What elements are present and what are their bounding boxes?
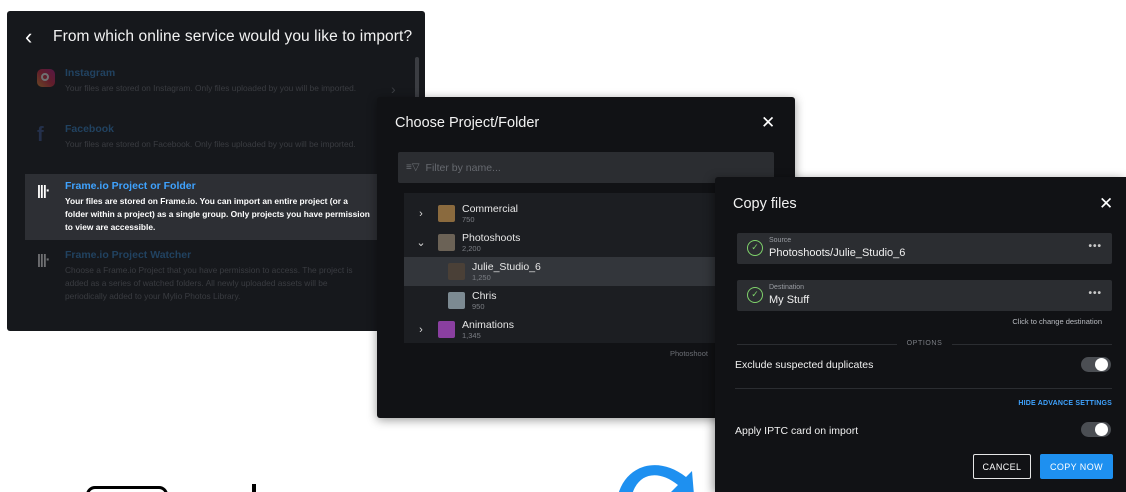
chevron-down-icon[interactable]: ⌄ <box>414 236 428 249</box>
exclude-duplicates-label: Exclude suspected duplicates <box>735 359 874 371</box>
hide-advanced-settings-link[interactable]: HIDE ADVANCE SETTINGS <box>1018 400 1112 407</box>
more-options-icon[interactable]: ••• <box>1088 241 1102 252</box>
folder-thumbnail <box>448 292 465 309</box>
facebook-icon: f <box>37 124 44 146</box>
frameio-icon: |||· <box>37 251 50 267</box>
service-item-frameio-folder[interactable]: |||· Frame.io Project or Folder Your fil… <box>25 174 378 240</box>
apply-iptc-toggle[interactable] <box>1081 422 1111 437</box>
filter-input[interactable] <box>425 161 726 174</box>
change-destination-link[interactable]: Click to change destination <box>1012 317 1102 326</box>
frameio-icon: |||· <box>37 182 50 198</box>
folder-count: 750 <box>462 215 475 224</box>
folder-name: Chris <box>472 290 497 302</box>
decorative-shape <box>86 486 168 492</box>
decorative-mark <box>252 484 256 492</box>
cancel-button[interactable]: CANCEL <box>973 454 1031 479</box>
folder-count: 1,250 <box>472 273 491 282</box>
source-field[interactable]: ✓ Source Photoshoots/Julie_Studio_6 ••• <box>737 233 1112 264</box>
service-chooser-header: ‹ From which online service would you li… <box>7 11 425 63</box>
options-label: OPTIONS <box>906 340 943 347</box>
service-name: Frame.io Project or Folder <box>65 180 196 192</box>
check-circle-icon: ✓ <box>747 287 763 303</box>
options-divider: OPTIONS <box>737 340 1112 350</box>
divider <box>735 388 1112 389</box>
curved-arrow-icon <box>619 465 694 492</box>
folder-count: 2,200 <box>462 244 481 253</box>
folder-name: Commercial <box>462 203 519 215</box>
close-icon[interactable]: ✕ <box>761 113 775 133</box>
folder-name: Julie_Studio_6 <box>472 261 541 273</box>
more-options-icon[interactable]: ••• <box>1088 288 1102 299</box>
panel-title: Choose Project/Folder <box>395 115 540 131</box>
service-description: Your files are stored on Frame.io. You c… <box>65 196 370 232</box>
close-icon[interactable]: ✕ <box>1099 194 1113 214</box>
apply-iptc-label: Apply IPTC card on import <box>735 425 859 437</box>
selected-path-footer: Photoshoot <box>670 349 708 358</box>
folder-name: Photoshoots <box>462 232 521 244</box>
service-name: Instagram <box>65 67 116 79</box>
chevron-right-icon[interactable]: › <box>414 208 428 220</box>
service-name: Frame.io Project Watcher <box>65 249 192 261</box>
chevron-right-icon[interactable]: › <box>414 324 428 336</box>
copy-now-button[interactable]: COPY NOW <box>1040 454 1113 479</box>
destination-label: Destination <box>769 284 805 291</box>
panel-title: Copy files <box>733 196 797 212</box>
folder-thumbnail <box>438 321 455 338</box>
service-item-instagram[interactable]: Instagram Your files are stored on Insta… <box>25 67 425 95</box>
service-name: Facebook <box>65 123 115 135</box>
service-description: Your files are stored on Facebook. Only … <box>65 139 356 149</box>
check-circle-icon: ✓ <box>747 240 763 256</box>
folder-name: Animations <box>462 319 514 331</box>
service-description: Your files are stored on Instagram. Only… <box>65 83 357 93</box>
source-value: Photoshoots/Julie_Studio_6 <box>769 247 906 259</box>
folder-thumbnail <box>438 234 455 251</box>
service-item-frameio-watcher[interactable]: |||· Frame.io Project Watcher Choose a F… <box>25 249 425 303</box>
folder-thumbnail <box>448 263 465 280</box>
instagram-icon <box>37 69 55 87</box>
filter-icon: ≡▽ <box>406 162 420 173</box>
exclude-duplicates-toggle[interactable] <box>1081 357 1111 372</box>
folder-count: 1,345 <box>462 331 481 340</box>
back-arrow-icon[interactable]: ‹ <box>25 26 53 48</box>
service-item-facebook[interactable]: f Facebook Your files are stored on Face… <box>25 123 425 151</box>
folder-thumbnail <box>438 205 455 222</box>
copy-files-panel: Copy files ✕ ✓ Source Photoshoots/Julie_… <box>715 177 1126 492</box>
service-chooser-title: From which online service would you like… <box>53 28 413 45</box>
folder-count: 950 <box>472 302 485 311</box>
service-description: Choose a Frame.io Project that you have … <box>65 265 353 301</box>
service-chooser-panel: ‹ From which online service would you li… <box>7 11 425 331</box>
destination-field[interactable]: ✓ Destination My Stuff ••• <box>737 280 1112 311</box>
destination-value: My Stuff <box>769 294 810 306</box>
source-label: Source <box>769 237 792 244</box>
